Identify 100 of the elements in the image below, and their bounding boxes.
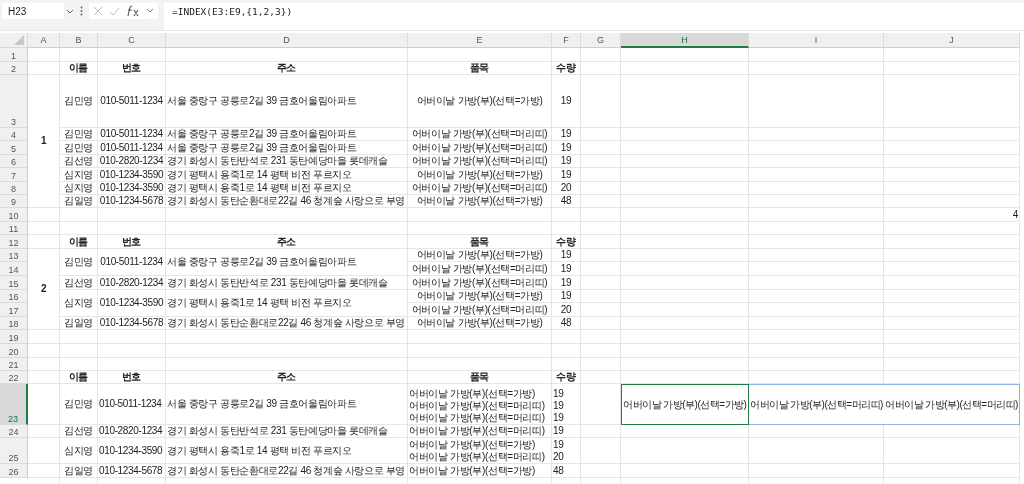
table-cell-text: 경기 평택시 용죽1로 14 평택 비전 푸르지오 [166,443,353,458]
table-cell-text: 19 [559,128,573,140]
table-cell-text: 48 [552,464,565,477]
column-header[interactable]: E [408,33,552,48]
column-header[interactable]: A [28,33,60,48]
column-heading: 품목 [468,62,491,74]
column-header[interactable]: D [166,33,408,48]
table-cell-text: 20 [559,182,573,194]
table-cell-text: 김선영 [63,425,94,437]
table-cell-text: 010-5011-1234 [99,141,164,154]
table-cell: 010-1234-5678 [98,317,165,329]
column-heading: 주소 [275,235,298,248]
table-cell-text: 어버이날 가방(부)(선택=가방) [415,168,544,181]
row-number[interactable]: 10 [0,208,28,222]
more-icon[interactable] [80,6,83,16]
table-cell-text: 010-5011-1234 [99,94,164,108]
column-heading: 번호 [120,62,143,74]
row-number[interactable]: 18 [0,317,28,330]
table-cell-text: 19 [552,425,565,437]
row-number[interactable]: 2 [0,62,28,75]
row-number[interactable]: 1 [0,48,28,62]
row-number[interactable]: 23 [0,384,28,425]
result-cell[interactable]: 어버이날 가방(부)(선택=머리띠) [749,384,884,425]
formula-field[interactable]: =INDEX(E3:E9,{1,2,3}) [164,3,1024,30]
table-cell-text: 19 [559,249,573,261]
table-cell-text: 19 [559,141,573,154]
table-cell-text: 서울 중랑구 공릉로2길 39 금호어울림아파트 [166,255,358,269]
table-cell-text: 010-2820-1234 [98,425,164,437]
table-cell-text: 2 [39,282,48,296]
row-number[interactable]: 22 [0,371,28,384]
row-number[interactable]: 7 [0,168,28,182]
row-number[interactable]: 24 [0,425,28,438]
row-number[interactable]: 21 [0,358,28,371]
column-header[interactable]: I [749,33,884,48]
table-cell-text: 어버이날 가방(부)(선택=가방) 어버이날 가방(부)(선택=머리띠) 어버이날 가방(부)(선택=머리띠) [408,387,546,424]
column-heading: 번호 [120,235,143,248]
table-cell-text: 경기 평택시 용죽1로 14 평택 비전 푸르지오 [166,182,353,194]
column-header[interactable]: C [98,33,166,48]
column-header[interactable]: J [884,33,1020,48]
table-cell-text: 19 [559,276,573,289]
row-number[interactable]: 12 [0,235,28,249]
row-number[interactable]: 9 [0,195,28,208]
table-cell: 010-1234-5678 [98,195,165,207]
table-cell-text: 심지영 [63,296,94,310]
column-header[interactable]: H [621,33,749,48]
function-icon[interactable] [126,5,140,17]
table-cell-text: 19 [559,262,573,275]
table-cell-text: 김선영 [63,276,94,289]
table-cell-text: 김선영 [63,155,94,167]
table-cell: 010-2820-1234 [98,155,165,167]
check-icon[interactable] [109,6,120,16]
row-number[interactable]: 19 [0,330,28,344]
table-cell-text: 어버이날 가방(부)(선택=가방) [415,290,544,302]
row-number[interactable]: 20 [0,344,28,358]
row-number[interactable]: 6 [0,155,28,168]
table-cell-text: 심지영 [63,182,94,194]
table-cell-text: 어버이날 가방(부)(선택=가방) [415,195,544,207]
column-heading: 품목 [468,235,491,248]
row-number[interactable]: 11 [0,222,28,235]
table-cell-text: 19 [559,290,573,302]
table-cell-text: 010-5011-1234 [99,128,164,140]
table-cell-text: 경기 화성시 동탄반석로 231 동탄예당마을 롯데캐슬 [166,425,389,437]
column-heading: 이름 [67,371,90,383]
table-cell-text: 김일영 [63,464,94,477]
row-number[interactable]: 16 [0,290,28,303]
table-cell-text: 19 [559,155,573,167]
row-number[interactable]: 26 [0,464,28,478]
column-header[interactable]: F [552,33,581,48]
table-cell-text: 경기 화성시 동탄반석로 231 동탄예당마을 롯데캐슬 [166,276,389,289]
name-box[interactable]: H23 [2,3,64,19]
table-cell-text: 서울 중랑구 공릉로2길 39 금호어울림아파트 [166,94,358,108]
column-header[interactable]: B [60,33,98,48]
column-heading: 번호 [120,371,143,383]
row-number[interactable]: 4 [0,128,28,141]
row-number[interactable]: 3 [0,75,28,128]
chevron-icon[interactable] [66,9,74,15]
table-cell-text: 김민영 [63,128,94,140]
row-number[interactable]: 5 [0,141,28,155]
row-number[interactable]: 13 [0,249,28,262]
table-cell-text: 어버이날 가방(부)(선택=머리띠) [410,262,549,275]
column-heading: 이름 [67,235,90,248]
table-cell-text: 19 19 19 [552,387,565,424]
row-number[interactable]: 14 [0,262,28,276]
table-cell: 경기 화성시 동탄순환대로22길 46 청계숲 사랑으로 부영 [166,317,407,329]
table-cell: 010-1234-3590 [98,182,165,194]
column-heading: 수량 [555,235,577,248]
row-number[interactable]: 8 [0,182,28,195]
table-cell-text: 어버이날 가방(부)(선택=머리띠) [408,425,546,437]
cancel-icon[interactable] [93,6,103,16]
table-cell-text: 010-1234-3590 [98,296,165,310]
row-number[interactable]: 15 [0,276,28,290]
row-number[interactable]: 25 [0,438,28,464]
column-heading: 이름 [67,62,90,74]
table-cell-text: 김민영 [63,94,94,108]
chevron-icon[interactable] [146,8,154,14]
result-cell[interactable]: 어버이날 가방(부)(선택=머리띠) [884,384,1020,425]
row-number[interactable]: 17 [0,303,28,317]
column-header[interactable]: G [581,33,621,48]
result-cell[interactable]: 어버이날 가방(부)(선택=가방) [621,384,749,425]
table-cell-text: 어버이날 가방(부)(선택=머리띠) [410,128,549,140]
